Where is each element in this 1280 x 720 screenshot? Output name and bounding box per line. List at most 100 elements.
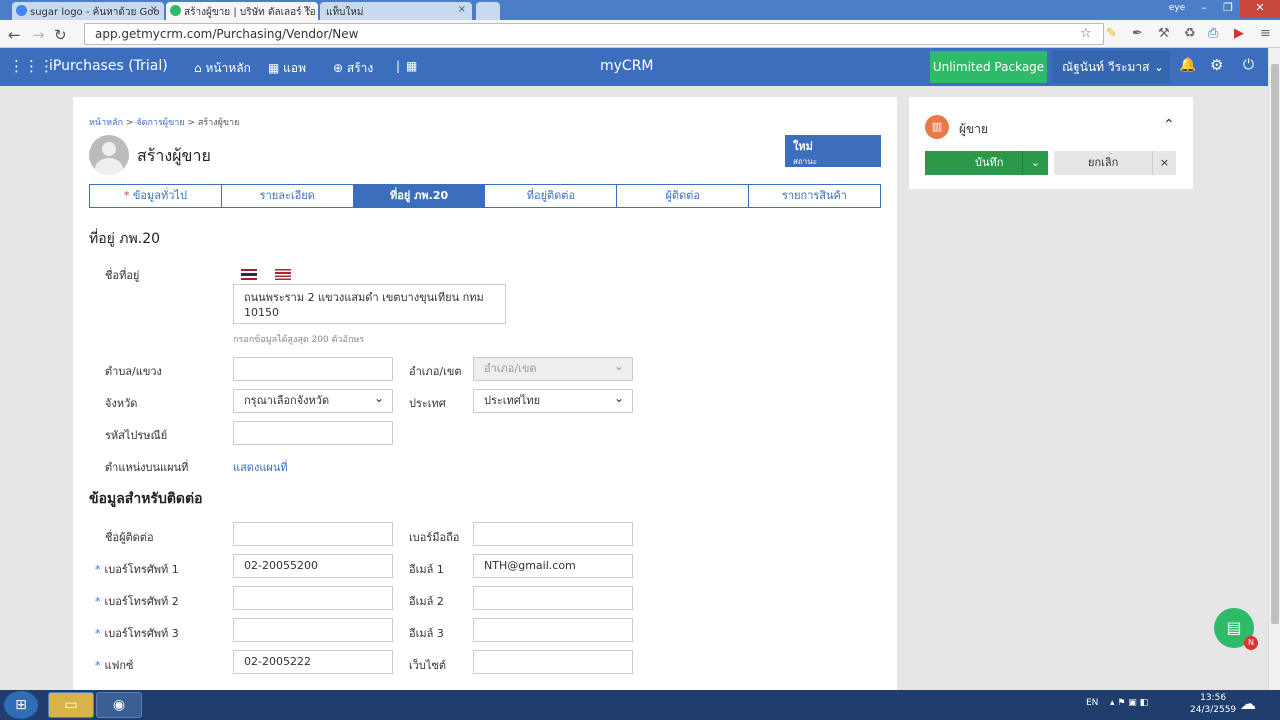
gear-icon[interactable]: ⚙ <box>1210 56 1223 74</box>
weather-icon[interactable]: ☁ <box>1240 694 1256 713</box>
breadcrumb-current: สร้างผู้ขาย <box>197 118 240 128</box>
vendor-form-card: หน้าหลัก > จัดการผู้ขาย > สร้างผู้ขาย สร… <box>73 97 897 690</box>
file-explorer-icon[interactable]: ▭ <box>48 692 94 718</box>
close-window-icon[interactable]: ✕ <box>1240 0 1280 18</box>
power-icon[interactable]: ⏻ <box>1243 57 1254 73</box>
province-label: จังหวัด <box>105 397 138 410</box>
reload-icon[interactable]: ↻ <box>54 26 67 44</box>
fax-input[interactable]: 02-2005222 <box>233 650 393 674</box>
pen-icon[interactable]: ✒ <box>1132 26 1143 41</box>
tab-label: สร้างผู้ขาย | บริษัท ดัลเลอร์ ไอ <box>184 7 316 18</box>
close-icon[interactable]: × <box>150 4 158 15</box>
chevron-up-icon[interactable]: ⌃ <box>1163 117 1175 133</box>
tray-icons[interactable]: ▴ ⚑ ▣ ◧ <box>1110 698 1148 708</box>
chevron-down-icon: ⌄ <box>1153 60 1164 74</box>
cancel-button[interactable]: ยกเลิก × <box>1054 151 1176 175</box>
browser-tab-google[interactable]: sugar logo - ค้นหาด้วย Goo × <box>12 2 164 20</box>
country-select[interactable]: ประเทศไทย <box>473 387 633 413</box>
phone1-label: * เบอร์โทรศัพท์ 1 <box>95 560 179 578</box>
show-map-link[interactable]: แสดงแผนที่ <box>233 458 288 476</box>
close-icon[interactable]: × <box>304 4 312 15</box>
close-icon[interactable]: × <box>1152 151 1176 175</box>
scrollbar[interactable] <box>1268 48 1280 690</box>
back-icon[interactable]: ← <box>8 26 21 44</box>
plus-circle-icon: ⊕ <box>333 61 347 75</box>
url-input[interactable]: app.getmycrm.com/Purchasing/Vendor/New <box>84 23 1104 45</box>
tab-products[interactable]: รายการสินค้า <box>749 185 880 207</box>
bell-icon[interactable]: 🔔 <box>1179 57 1196 73</box>
breadcrumb-home[interactable]: หน้าหลัก <box>89 118 123 128</box>
notes-fab-button[interactable]: ▤ N <box>1214 608 1258 650</box>
district-label: อำเภอ/เขต <box>409 365 462 378</box>
google-icon <box>16 5 27 16</box>
action-panel: ▥ ผู้ขาย ⌃ บันทึก ⌄ ยกเลิก × <box>909 97 1193 189</box>
browser-tab-bar: sugar logo - ค้นหาด้วย Goo × สร้างผู้ขาย… <box>0 0 1280 20</box>
subdistrict-input[interactable] <box>233 357 393 381</box>
forward-icon[interactable]: → <box>32 26 45 44</box>
us-flag-icon[interactable] <box>275 269 291 280</box>
apps-grid-icon[interactable]: ⋮⋮⋮ <box>9 57 54 75</box>
language-indicator[interactable]: EN <box>1086 698 1098 708</box>
tab-contacts[interactable]: ผู้ติดต่อ <box>617 185 750 207</box>
maximize-icon[interactable]: ❐ <box>1216 0 1240 18</box>
thai-flag-icon[interactable] <box>241 269 257 280</box>
phone1-input[interactable]: 02-20055200 <box>233 554 393 578</box>
browser-tab-vendor[interactable]: สร้างผู้ขาย | บริษัท ดัลเลอร์ ไอ × <box>166 2 318 20</box>
tab-general[interactable]: * ข้อมูลทั่วไป <box>90 185 222 207</box>
calendar-icon[interactable]: ▦ <box>406 59 417 73</box>
phone3-input[interactable] <box>233 618 393 642</box>
nav-home[interactable]: ⌂ หน้าหลัก <box>194 59 251 78</box>
status-badge: ใหม่ สถานะ <box>785 135 881 167</box>
tool-icon[interactable]: ⚒ <box>1158 26 1170 41</box>
nav-apps[interactable]: ▦ แอพ <box>268 59 306 78</box>
record-icon[interactable]: ▶ <box>1234 26 1244 41</box>
nav-create[interactable]: ⊕ สร้าง <box>333 59 373 78</box>
address-textarea[interactable]: ถนนพระราม 2 แขวงแสมดำ เขตบางขุนเทียน กทม… <box>233 284 506 324</box>
contact-name-input[interactable] <box>233 522 393 546</box>
postcode-label: รหัสไปรษณีย์ <box>105 429 168 442</box>
phone2-input[interactable] <box>233 586 393 610</box>
star-icon[interactable]: ☆ <box>1080 26 1092 41</box>
postcode-input[interactable] <box>233 421 393 445</box>
chevron-down-icon[interactable]: ⌄ <box>1022 151 1048 175</box>
window-user: eye <box>1168 3 1186 13</box>
user-menu[interactable]: ณัฐนันท์ วีระมาส ⌄ <box>1052 51 1170 83</box>
address-label: ชื่อที่อยู่ <box>105 269 140 282</box>
website-input[interactable] <box>473 650 633 674</box>
phone2-label: * เบอร์โทรศัพท์ 2 <box>95 592 179 610</box>
mycrm-logo: myCRM <box>600 58 654 74</box>
package-button[interactable]: Unlimited Package <box>930 51 1047 83</box>
vendor-icon: ▥ <box>925 115 949 139</box>
save-button[interactable]: บันทึก ⌄ <box>925 151 1048 175</box>
tab-details[interactable]: รายละเอียด <box>222 185 354 207</box>
close-icon[interactable]: × <box>458 4 466 15</box>
clock[interactable]: 13:56 24/3/2559 <box>1190 692 1236 716</box>
phone3-label-text: เบอร์โทรศัพท์ 3 <box>104 627 179 640</box>
status-value: ใหม่ <box>793 140 813 153</box>
address-bar-area: ← → ↻ app.getmycrm.com/Purchasing/Vendor… <box>0 20 1280 48</box>
start-button[interactable]: ⊞ <box>4 691 38 719</box>
email3-input[interactable] <box>473 618 633 642</box>
tab-label: sugar logo - ค้นหาด้วย Goo <box>30 7 160 18</box>
recycle-icon[interactable]: ♻ <box>1184 26 1196 41</box>
app-name[interactable]: iPurchases (Trial) <box>49 58 168 74</box>
mobile-input[interactable] <box>473 522 633 546</box>
minimize-icon[interactable]: – <box>1192 0 1216 18</box>
email2-input[interactable] <box>473 586 633 610</box>
tab-contact-address[interactable]: ที่อยู่ติดต่อ <box>485 185 618 207</box>
extension-icon[interactable]: ✎ <box>1106 26 1117 41</box>
browser-tab-new[interactable]: แท็บใหม่ × <box>320 2 472 20</box>
district-select[interactable]: อำเภอ/เขต <box>473 355 633 381</box>
print-icon[interactable]: ⎙ <box>1208 26 1218 41</box>
scrollbar-thumb[interactable] <box>1271 64 1279 624</box>
nav-home-label: หน้าหลัก <box>205 61 251 75</box>
form-tabs: * ข้อมูลทั่วไป รายละเอียด ที่อยู่ ภพ.20 … <box>89 184 881 208</box>
menu-icon[interactable]: ≡ <box>1260 26 1271 41</box>
email1-input[interactable]: NTH@gmail.com <box>473 554 633 578</box>
breadcrumb-manage[interactable]: จัดการผู้ขาย <box>136 118 184 128</box>
required-mark: * <box>123 189 130 202</box>
province-select[interactable]: กรุณาเลือกจังหวัด <box>233 387 393 413</box>
new-tab-button[interactable] <box>476 2 500 20</box>
tab-address-pp20[interactable]: ที่อยู่ ภพ.20 <box>353 185 486 207</box>
chrome-icon[interactable]: ◉ <box>96 692 142 718</box>
